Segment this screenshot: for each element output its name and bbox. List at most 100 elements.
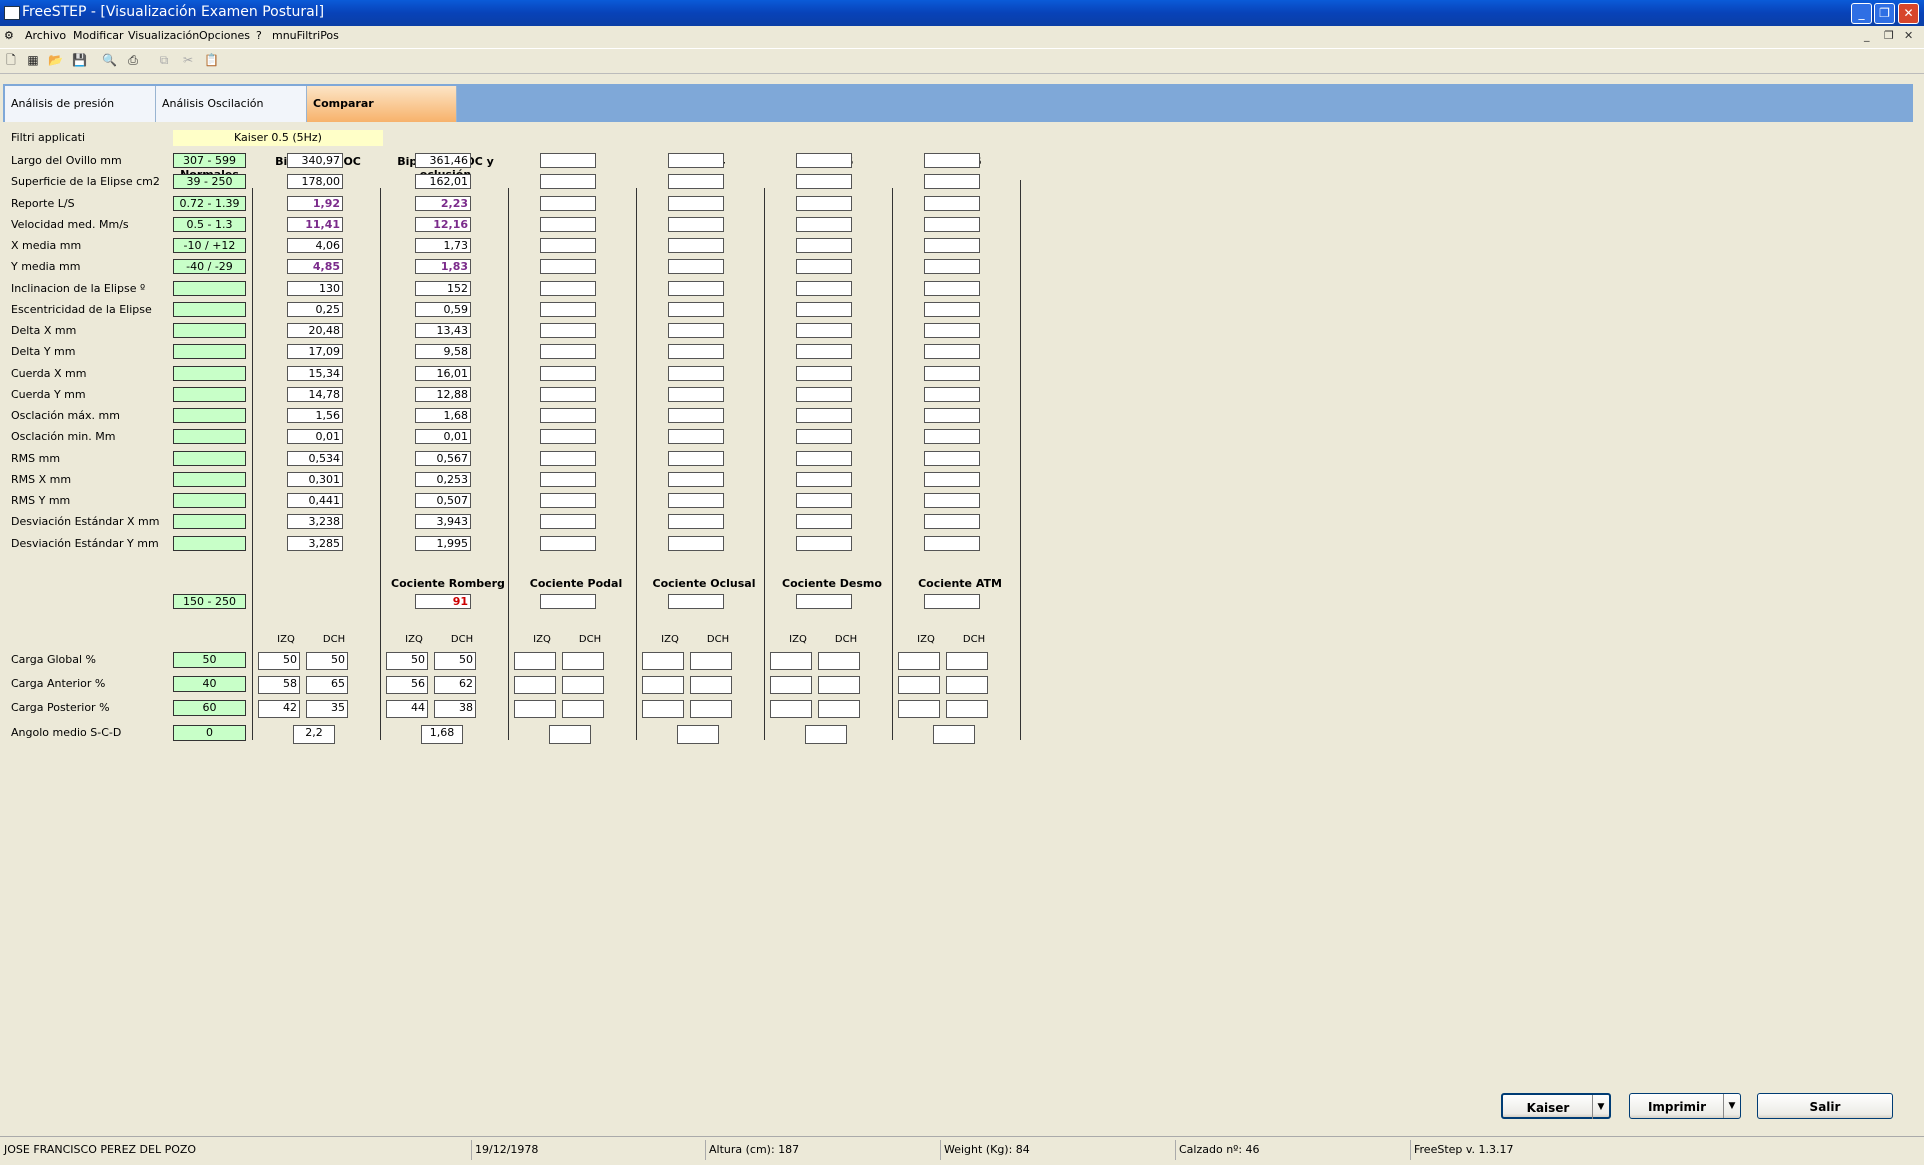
carga-dch: [562, 700, 604, 718]
row-label: RMS mm: [11, 451, 61, 465]
menu-filtri[interactable]: mnuFiltriPos: [272, 29, 339, 42]
menu-visualizacion[interactable]: Visualización: [128, 29, 199, 42]
value-col1: 0,25: [287, 301, 343, 317]
dch-label: DCH: [450, 634, 474, 645]
compare-panel: Filtri applicati Kaiser 0.5 (5Hz) Volore…: [3, 122, 1913, 1128]
value-col4: [668, 514, 724, 530]
app-icon: [4, 6, 20, 20]
value-col3: [540, 344, 596, 360]
calculator-icon[interactable]: ▦: [26, 53, 40, 67]
tab-analisis-presion[interactable]: Análisis de presión: [5, 86, 156, 122]
value-col1: 11,41: [287, 216, 343, 232]
open-folder-icon[interactable]: 📂: [48, 53, 63, 67]
row-label: Largo del Ovillo mm: [11, 154, 122, 167]
normal-range: [173, 365, 246, 381]
value-col5: [796, 195, 852, 211]
title-bar: FreeSTEP - [Visualización Examen Postura…: [0, 0, 1924, 26]
value-col6: [924, 344, 980, 360]
mdi-restore-icon[interactable]: ❐: [1884, 29, 1894, 42]
value-col5: [796, 280, 852, 296]
value-col6: [924, 493, 980, 508]
carga-izq: [898, 676, 940, 694]
chevron-down-icon[interactable]: ▼: [1592, 1095, 1609, 1119]
value-col2: 0,01: [415, 429, 471, 445]
row-label: Cuerda X mm: [11, 366, 87, 380]
value-col4: [668, 365, 724, 381]
menu-bar: ⚙ Archivo Modificar Visualización Opcion…: [0, 26, 1924, 46]
paste-icon[interactable]: 📋: [204, 53, 219, 67]
status-divider: [471, 1140, 472, 1160]
carga-label: Carga Global %: [11, 653, 97, 666]
salir-button[interactable]: Salir: [1757, 1093, 1893, 1119]
chevron-down-icon[interactable]: ▼: [1723, 1094, 1740, 1118]
value-col5: [796, 450, 852, 466]
value-col5: [796, 514, 852, 530]
normal-range: -10 / +12: [173, 238, 246, 253]
value-col4: [668, 471, 724, 487]
value-col2: 3,943: [415, 514, 471, 530]
carga-dch: 38: [434, 700, 476, 718]
cociente-label: Cociente Oclusal: [652, 577, 756, 590]
menu-archivo[interactable]: Archivo: [25, 29, 66, 42]
altura: Altura (cm): 187: [709, 1143, 800, 1156]
value-col5: [796, 408, 852, 423]
value-col2: 0,59: [415, 301, 471, 317]
row-label: RMS Y mm: [11, 494, 71, 507]
normal-range: [173, 344, 246, 360]
status-divider: [705, 1140, 706, 1160]
normal-range: [173, 301, 246, 317]
angolo-value: [549, 725, 591, 744]
mdi-minimize-icon[interactable]: _: [1864, 29, 1870, 42]
carga-dch: [818, 700, 860, 718]
kaiser-button[interactable]: Kaiser ▼: [1501, 1093, 1611, 1119]
value-col2: 12,16: [415, 216, 471, 232]
tab-comparar[interactable]: Comparar: [307, 86, 457, 122]
value-col4: [668, 153, 724, 168]
minimize-button[interactable]: _: [1851, 3, 1872, 24]
save-icon[interactable]: 💾: [72, 53, 87, 67]
column-divider: [252, 188, 253, 740]
carga-izq: [514, 652, 556, 670]
cociente-label: Cociente Romberg: [391, 577, 505, 590]
maximize-button[interactable]: ❐: [1874, 3, 1895, 24]
carga-dch: 65: [306, 676, 348, 694]
value-col4: [668, 429, 724, 445]
value-col3: [540, 238, 596, 253]
imprimir-button[interactable]: Imprimir ▼: [1629, 1093, 1741, 1119]
tab-analisis-oscilacion[interactable]: Análisis Oscilación: [156, 86, 307, 122]
mdi-close-icon[interactable]: ✕: [1904, 29, 1913, 42]
menu-modificar[interactable]: Modificar: [73, 29, 124, 42]
menu-help[interactable]: ?: [256, 29, 262, 42]
toolbar: 🗋 ▦ 📂 💾 🔍 ⎙ ⧉ ✂ 📋: [0, 48, 1924, 74]
row-label: Escentricidad de la Elipse: [11, 302, 152, 316]
angolo-normal: 0: [173, 725, 246, 741]
value-col3: [540, 429, 596, 445]
menu-opciones[interactable]: Opciones: [199, 29, 250, 42]
row-label: Delta Y mm: [11, 345, 76, 359]
copy-icon[interactable]: ⧉: [157, 53, 171, 67]
value-col2: 361,46: [415, 153, 471, 168]
row-label: Y media mm: [11, 260, 81, 274]
value-col2: 12,88: [415, 386, 471, 402]
close-button[interactable]: ✕: [1898, 3, 1919, 24]
carga-label: Carga Posterior %: [11, 701, 110, 714]
value-col3: [540, 471, 596, 487]
normal-range: [173, 514, 246, 530]
value-col3: [540, 493, 596, 508]
value-col6: [924, 280, 980, 296]
value-col2: 0,253: [415, 471, 471, 487]
new-file-icon[interactable]: 🗋: [4, 53, 18, 67]
cut-icon[interactable]: ✂: [181, 53, 195, 67]
kaiser-button-label: Kaiser: [1526, 1101, 1570, 1115]
value-col4: [668, 216, 724, 232]
cociente-label: Cociente Podal: [529, 577, 623, 590]
carga-dch: 62: [434, 676, 476, 694]
column-divider: [764, 188, 765, 740]
value-col2: 0,567: [415, 450, 471, 466]
print-preview-icon[interactable]: 🔍: [102, 53, 117, 67]
carga-izq: [898, 700, 940, 718]
mdi-icon[interactable]: ⚙: [4, 29, 14, 42]
print-icon[interactable]: ⎙: [126, 53, 140, 67]
carga-dch: [690, 676, 732, 694]
carga-dch: [818, 652, 860, 670]
